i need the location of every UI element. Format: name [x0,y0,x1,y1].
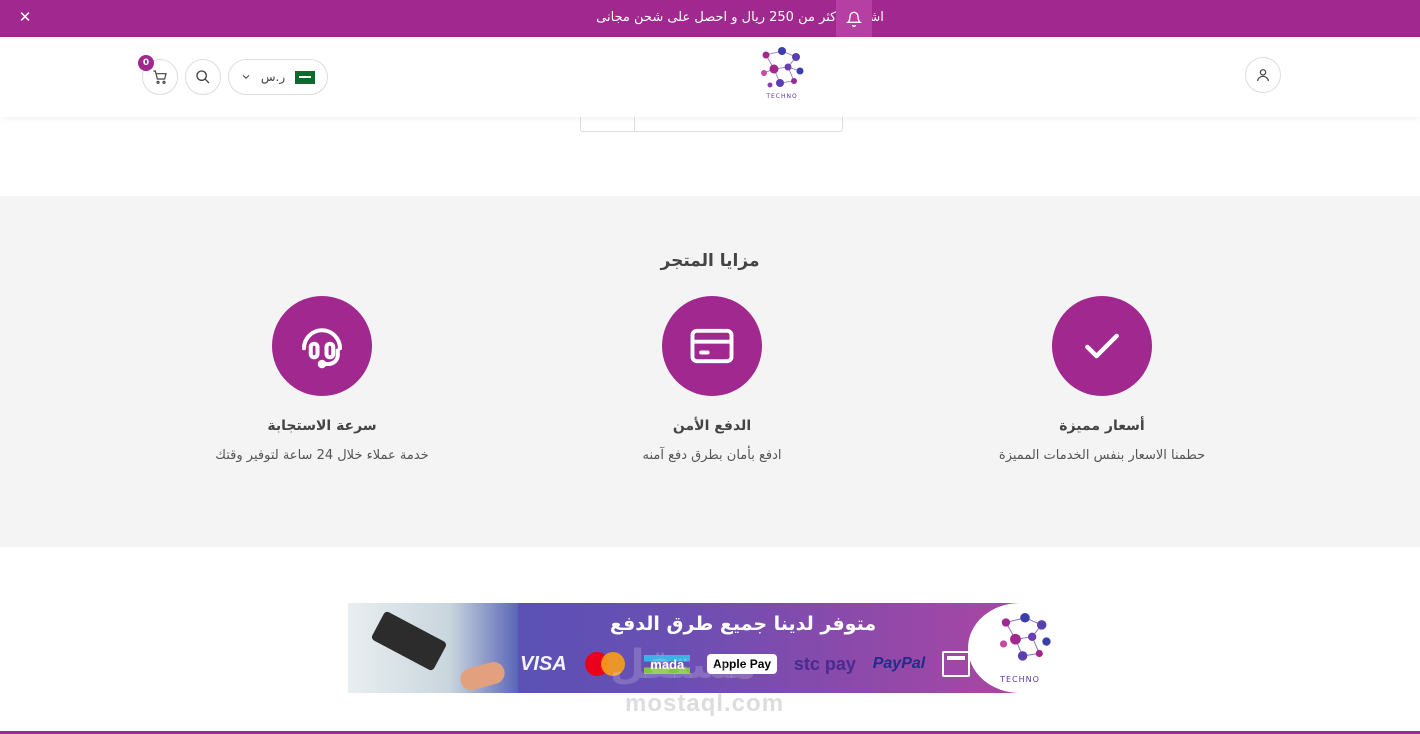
feature-item: أسعار مميزة حطمنا الاسعار بنفس الخدمات ا… [952,296,1252,463]
feature-desc: خدمة عملاء خلال 24 ساعة لتوفير وقتك [215,448,429,463]
bell-icon[interactable] [836,0,872,37]
paypal-logo: PayPal [872,655,926,672]
user-icon [1257,69,1269,82]
section-title: مزايا المتجر [660,251,760,271]
saudi-flag-icon [294,70,315,84]
feature-title: أسعار مميزة [1059,418,1145,434]
feature-title: الدفع الأمن [672,418,752,434]
banner-logo: TECHNO [968,603,1072,693]
logo-text: TECHNO [766,93,798,100]
site-logo[interactable]: TECHNO [756,43,808,107]
feature-item: سرعة الاستجابة خدمة عملاء خلال 24 ساعة ل… [172,296,472,463]
bank-transfer-icon [942,651,970,677]
feature-desc: حطمنا الاسعار بنفس الخدمات المميزة [998,448,1206,463]
cart-icon [153,70,167,84]
store-features-section: مزايا المتجر أسعار مميزة حطمنا الاسعار ب… [0,196,1420,547]
currency-label: ر.س [260,70,286,84]
banner-headline: متوفر لدينا جميع طرق الدفع [609,613,877,635]
watermark: mostaql.com [625,690,785,717]
stc-pay-logo: stc pay [793,653,856,674]
site-header: 0 ر.س TECHNO [0,37,1420,117]
check-icon [1052,296,1152,396]
credit-card-icon [662,296,762,396]
cart-button[interactable]: 0 [138,55,178,95]
user-account-button[interactable] [1245,57,1281,93]
feature-item: الدفع الأمن ادفع بأمان بطرق دفع آمنه [562,296,862,463]
payment-terminal-photo [348,603,518,693]
visa-logo: VISA [520,652,567,675]
feature-title: سرعة الاستجابة [267,418,377,434]
search-button[interactable] [185,59,221,95]
chevron-down-icon [242,74,250,79]
announcement-bar: ✕ اشترى بأكثر من 250 ريال و احصل على شحن… [0,0,1420,37]
watermark-arabic: مستقل [610,642,757,688]
banner-logo-text: TECHNO [1000,675,1040,684]
announcement-text: اشترى بأكثر من 250 ريال و احصل على شحن م… [596,10,884,25]
feature-desc: ادفع بأمان بطرق دفع آمنه [642,448,782,463]
currency-selector[interactable]: ر.س [228,59,328,95]
cart-count-badge: 0 [138,55,154,71]
support-icon [272,296,372,396]
search-icon [196,70,210,84]
